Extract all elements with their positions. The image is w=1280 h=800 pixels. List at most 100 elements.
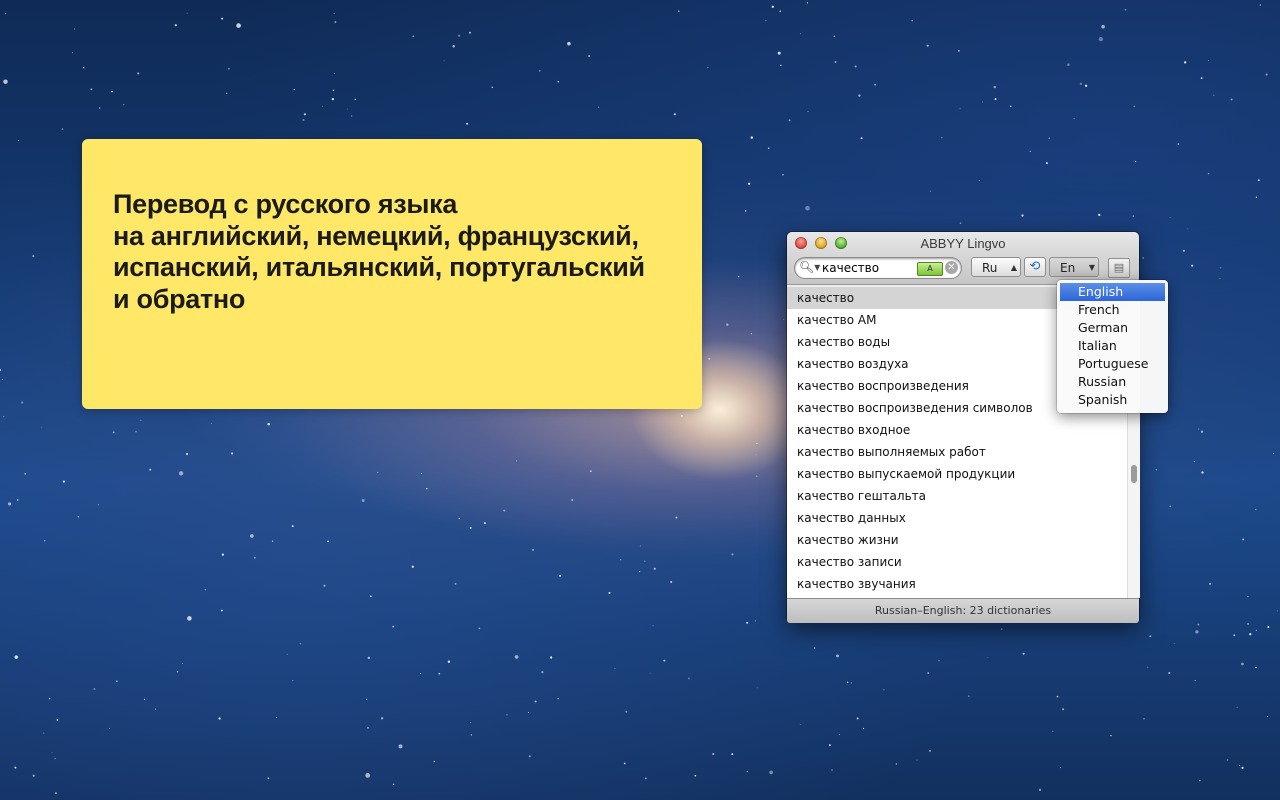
star: [532, 549, 534, 551]
star: [1247, 622, 1250, 625]
star: [231, 452, 234, 455]
star: [557, 81, 559, 83]
menu-item-spanish[interactable]: Spanish: [1060, 391, 1165, 409]
star: [1201, 471, 1204, 474]
list-item[interactable]: качество жизни: [787, 529, 1127, 551]
star: [454, 582, 457, 585]
star: [856, 717, 859, 720]
star: [1133, 105, 1136, 108]
star: [1143, 717, 1145, 720]
star: [1242, 538, 1245, 541]
star: [1209, 582, 1212, 585]
menu-item-russian[interactable]: Russian: [1060, 373, 1165, 391]
star: [836, 654, 839, 658]
status-bar: Russian–English: 23 dictionaries: [787, 598, 1139, 623]
star: [112, 431, 115, 434]
star: [982, 101, 983, 103]
star: [236, 23, 241, 28]
star: [929, 190, 931, 192]
star: [1110, 735, 1112, 737]
list-item[interactable]: качество выполняемых работ: [787, 441, 1127, 463]
star: [987, 656, 989, 658]
star: [218, 717, 221, 720]
menu-item-english[interactable]: English: [1060, 283, 1165, 301]
star: [291, 525, 294, 528]
star: [1062, 708, 1065, 711]
star: [958, 50, 960, 52]
star: [707, 66, 709, 69]
star: [1045, 162, 1048, 165]
star: [2, 378, 3, 380]
dictionary-book-icon[interactable]: ▤: [1108, 258, 1130, 278]
star: [470, 734, 473, 736]
star: [367, 726, 369, 729]
star: [182, 663, 184, 664]
star: [1239, 765, 1241, 767]
star: [1187, 228, 1189, 230]
menu-item-french[interactable]: French: [1060, 301, 1165, 319]
source-language-popup[interactable]: Ru ▲: [971, 257, 1021, 277]
list-item[interactable]: качество данных: [787, 507, 1127, 529]
star: [322, 105, 323, 107]
star: [8, 502, 12, 506]
star: [782, 174, 784, 176]
swap-languages-button[interactable]: ⟲: [1024, 257, 1046, 277]
star: [673, 113, 677, 116]
search-input[interactable]: [822, 259, 912, 277]
star: [267, 422, 270, 426]
star: [333, 12, 335, 14]
clear-icon[interactable]: ✕: [945, 261, 958, 274]
menu-item-italian[interactable]: Italian: [1060, 337, 1165, 355]
star: [831, 769, 833, 771]
star: [528, 755, 531, 758]
star: [72, 52, 74, 54]
star: [731, 553, 734, 556]
list-item[interactable]: качество выпускаемой продукции: [787, 463, 1127, 485]
title-bar[interactable]: ABBYY Lingvo 🔍︎▾ А ✕ Ru ▲ ⟲ En ▼ ▤: [787, 232, 1139, 285]
star: [799, 724, 801, 725]
search-field[interactable]: 🔍︎▾ А ✕: [795, 258, 961, 278]
star: [1168, 672, 1171, 674]
star: [1267, 626, 1270, 628]
star: [813, 647, 816, 649]
star: [1177, 143, 1180, 145]
star: [61, 128, 64, 130]
menu-item-portuguese[interactable]: Portuguese: [1060, 355, 1165, 373]
list-item[interactable]: качество входное: [787, 419, 1127, 441]
star: [588, 55, 591, 57]
star: [644, 777, 647, 780]
list-item[interactable]: качество гештальта: [787, 485, 1127, 507]
list-item[interactable]: качество записи: [787, 551, 1127, 573]
star: [756, 475, 758, 477]
target-language-menu: English French German Italian Portuguese…: [1057, 280, 1168, 413]
star: [155, 708, 157, 710]
star: [1230, 98, 1233, 101]
star: [174, 24, 177, 27]
star: [271, 540, 274, 542]
star: [1155, 469, 1158, 471]
star: [694, 774, 697, 777]
target-language-popup[interactable]: En ▼: [1049, 257, 1099, 277]
menu-item-german[interactable]: German: [1060, 319, 1165, 337]
star: [1147, 666, 1149, 668]
star: [1199, 779, 1201, 782]
star: [3, 415, 5, 418]
star: [506, 714, 508, 716]
scrollbar-thumb[interactable]: [1131, 465, 1137, 483]
star: [788, 119, 791, 122]
star: [726, 323, 729, 326]
star: [737, 275, 740, 278]
star: [807, 111, 809, 113]
target-language-label: En: [1060, 261, 1076, 275]
magnifier-icon[interactable]: 🔍︎▾: [799, 260, 820, 274]
star: [62, 480, 65, 483]
star: [97, 504, 100, 506]
list-item[interactable]: качество звучания: [787, 573, 1127, 595]
star: [478, 627, 481, 630]
star: [1169, 217, 1171, 218]
star: [227, 67, 230, 70]
star: [838, 734, 840, 736]
star: [380, 717, 384, 720]
star: [40, 427, 42, 429]
star: [116, 680, 118, 682]
